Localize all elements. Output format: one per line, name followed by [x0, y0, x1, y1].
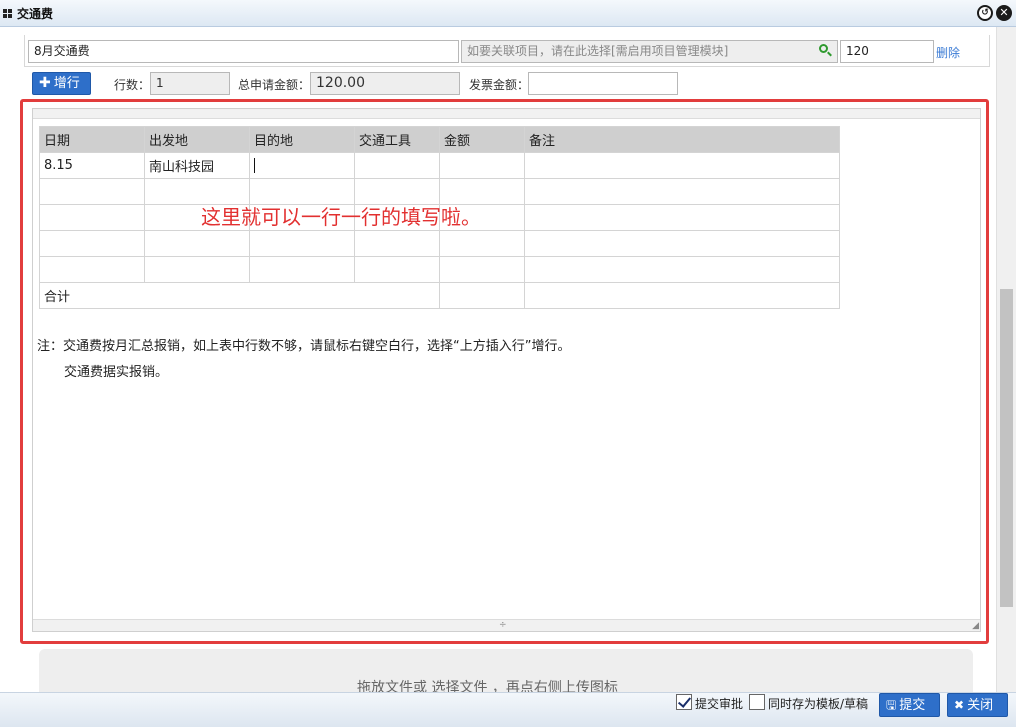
table-cell[interactable]: [354, 230, 440, 257]
col-header-destination: 目的地: [249, 126, 355, 153]
grid-icon: [3, 9, 13, 19]
table-cell[interactable]: [249, 230, 355, 257]
table-row: [39, 256, 840, 283]
total-label-cell: 合计: [39, 282, 440, 309]
save-icon: 🖫: [886, 698, 897, 712]
subject-input[interactable]: 8月交通费: [28, 40, 459, 63]
col-header-remark: 备注: [524, 126, 840, 153]
save-template-checkbox[interactable]: [749, 694, 765, 710]
invoice-amount-label: 发票金额：: [469, 78, 530, 92]
total-amount-cell[interactable]: [439, 282, 525, 309]
text-cursor: [254, 158, 255, 173]
close-icon[interactable]: ✕: [996, 5, 1012, 21]
table-cell[interactable]: [144, 230, 250, 257]
table-cell[interactable]: [39, 204, 145, 231]
table-cell[interactable]: [39, 256, 145, 283]
amount-input[interactable]: 120: [840, 40, 934, 63]
search-icon[interactable]: [819, 44, 832, 57]
drag-handle-icon[interactable]: ÷: [499, 621, 507, 630]
table-cell[interactable]: [524, 204, 840, 231]
annotation-text: 这里就可以一行一行的填写啦。: [201, 205, 481, 229]
close-button[interactable]: ✖ 关闭: [947, 693, 1008, 717]
window-titlebar: 交通费 ↺ ✕: [0, 0, 1016, 27]
table-row: 8.15 南山科技园: [39, 152, 840, 179]
window-title: 交通费: [17, 7, 54, 21]
table-cell[interactable]: [439, 152, 525, 179]
table-cell[interactable]: [144, 256, 250, 283]
x-icon: ✖: [954, 698, 965, 712]
table-cell[interactable]: [524, 230, 840, 257]
rich-text-editor[interactable]: 日期 出发地 目的地 交通工具 金额 备注 8.15 南山科技园 合计 这里就可…: [32, 108, 981, 632]
note-line-2: 交通费据实报销。: [64, 365, 169, 380]
table-cell[interactable]: [524, 256, 840, 283]
scrollbar-thumb[interactable]: [1000, 289, 1013, 607]
form-content: 8月交通费 如要关联项目，请在此选择[需启用项目管理模块] 120 删除 ✚ 增行…: [4, 27, 996, 692]
submit-button[interactable]: 🖫 提交: [879, 693, 940, 717]
table-cell[interactable]: 南山科技园: [144, 152, 250, 179]
table-cell[interactable]: [439, 230, 525, 257]
file-dropzone[interactable]: 拖放文件或 选择文件 ，再点右侧上传图标: [39, 649, 973, 692]
rows-label: 行数：: [114, 78, 151, 92]
table-cell[interactable]: 8.15: [39, 152, 145, 179]
invoice-amount-input[interactable]: [528, 72, 678, 95]
col-header-date: 日期: [39, 126, 145, 153]
add-row-button[interactable]: ✚ 增行: [32, 72, 91, 95]
close-label: 关闭: [967, 698, 994, 713]
table-cell[interactable]: [39, 230, 145, 257]
save-template-label[interactable]: 同时存为模板/草稿: [768, 695, 868, 712]
table-total-row: 合计: [39, 282, 840, 309]
table-cell[interactable]: [524, 178, 840, 205]
restore-icon[interactable]: ↺: [977, 5, 993, 21]
plus-icon: ✚: [39, 75, 51, 91]
dropzone-hint: 拖放文件或 选择文件 ，再点右侧上传图标: [357, 680, 618, 692]
table-cell[interactable]: [439, 256, 525, 283]
table-header-row: 日期 出发地 目的地 交通工具 金额 备注: [39, 126, 840, 153]
table-cell[interactable]: [524, 152, 840, 179]
col-header-transport: 交通工具: [354, 126, 440, 153]
total-remark-cell[interactable]: [524, 282, 840, 309]
col-header-departure: 出发地: [144, 126, 250, 153]
note-line-1: 注：交通费按月汇总报销，如上表中行数不够，请鼠标右键空白行，选择“上方插入行”增…: [37, 339, 571, 354]
col-header-amount: 金额: [439, 126, 525, 153]
table-cell[interactable]: [249, 256, 355, 283]
project-select-input[interactable]: 如要关联项目，请在此选择[需启用项目管理模块]: [461, 40, 838, 63]
vertical-scrollbar[interactable]: [996, 27, 1016, 692]
table-row: [39, 230, 840, 257]
editor-toolbar: [33, 109, 980, 119]
dialog-footer: 提交审批 同时存为模板/草稿 🖫 提交 ✖ 关闭: [0, 692, 1016, 727]
add-row-label: 增行: [53, 76, 80, 91]
table-cell-active[interactable]: [249, 152, 355, 179]
table-cell[interactable]: [39, 178, 145, 205]
delete-link[interactable]: 删除: [936, 44, 960, 61]
editor-statusbar: ÷ ◢: [33, 619, 980, 631]
table-cell[interactable]: [354, 152, 440, 179]
total-amount-field: 120.00: [310, 72, 460, 95]
rows-count-field: 1: [150, 72, 230, 95]
table-cell[interactable]: [354, 256, 440, 283]
submit-label: 提交: [899, 698, 926, 713]
highlight-frame: 日期 出发地 目的地 交通工具 金额 备注 8.15 南山科技园 合计 这里就可…: [20, 99, 989, 644]
submit-approval-label[interactable]: 提交审批: [695, 695, 743, 712]
resize-handle-icon[interactable]: ◢: [972, 621, 979, 631]
submit-approval-checkbox[interactable]: [676, 694, 692, 710]
total-amount-label: 总申请金额：: [238, 78, 311, 92]
